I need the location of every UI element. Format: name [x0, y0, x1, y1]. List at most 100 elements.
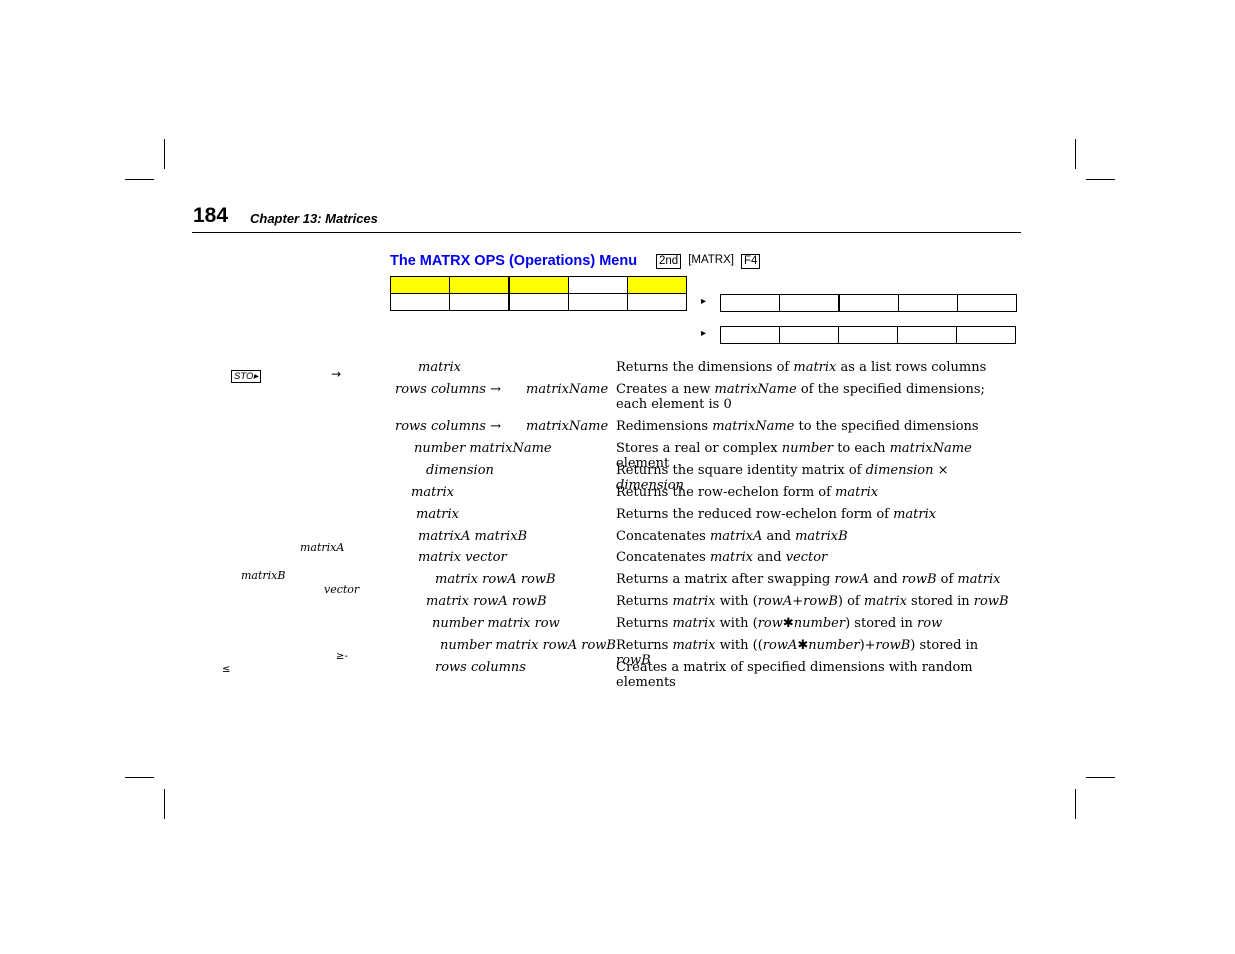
menu-cell[interactable]: [779, 294, 840, 312]
menu-cell[interactable]: [390, 293, 450, 311]
italic-term: row: [757, 616, 783, 631]
function-description: Returns matrix with (rowA+rowB) of matri…: [616, 594, 1009, 609]
italic-term: matrix: [957, 572, 1001, 587]
margin-note-matrixA: matrixA: [300, 541, 345, 554]
function-description: Returns the row-echelon form of matrix: [616, 485, 879, 500]
italic-term: matrix: [709, 550, 753, 565]
function-syntax: dimension: [426, 463, 494, 478]
page-number: 184: [193, 204, 229, 227]
margin-note-matrixB: matrixB: [241, 569, 286, 582]
function-description: Creates a matrix of specified dimensions…: [616, 660, 973, 690]
function-description: Concatenates matrix and vector: [616, 550, 828, 565]
italic-term: rowA: [834, 572, 870, 587]
italic-term: matrix: [863, 594, 907, 609]
menu-cell[interactable]: [838, 326, 898, 344]
function-syntax: matrixA matrixB: [418, 529, 528, 544]
function-syntax: matrix rowA rowB: [435, 572, 556, 587]
crop-mark: [125, 777, 154, 778]
menu-cell[interactable]: [568, 276, 628, 294]
italic-term: matrix: [672, 638, 716, 653]
menu-cell[interactable]: [897, 326, 957, 344]
header-rule: [192, 232, 1021, 233]
menu-cell[interactable]: [508, 293, 569, 311]
menu-cell[interactable]: [779, 326, 839, 344]
function-syntax: matrix vector: [418, 550, 507, 565]
crop-mark: [164, 139, 165, 169]
italic-term: matrix: [672, 616, 716, 631]
menu-cell[interactable]: [390, 276, 450, 294]
sto-key-icon: STO▸: [231, 370, 262, 383]
menu-cell[interactable]: [508, 276, 569, 294]
crop-mark: [1086, 777, 1115, 778]
function-syntax: rows columns →: [395, 419, 502, 434]
store-arrow-icon: →: [331, 367, 342, 381]
menu-bar-tertiary: [720, 326, 1016, 344]
italic-term: number: [808, 638, 860, 653]
function-description: Returns the dimensions of matrix as a li…: [616, 360, 987, 375]
italic-term: rowA: [762, 638, 798, 653]
italic-term: vector: [785, 550, 828, 565]
italic-term: number: [781, 441, 834, 456]
italic-term: rowB: [875, 638, 911, 653]
italic-term: rowB: [803, 594, 838, 609]
menu-cell[interactable]: [898, 294, 958, 312]
function-syntax: matrix: [411, 485, 455, 500]
margin-note-vector: vector: [324, 583, 360, 596]
italic-term: rowA: [757, 594, 793, 609]
crop-mark: [164, 789, 165, 819]
function-syntax-target: matrixName: [526, 419, 609, 434]
menu-cell[interactable]: [627, 276, 687, 294]
italic-term: matrixB: [795, 529, 848, 544]
menu-cell[interactable]: [720, 294, 780, 312]
menu-cell[interactable]: [627, 293, 687, 311]
more-arrow-icon: ▸: [701, 328, 707, 339]
less-equal-symbol: ≤: [222, 664, 231, 675]
chapter-title: Chapter 13: Matrices: [250, 211, 378, 226]
italic-term: rowB: [901, 572, 937, 587]
italic-term: number: [793, 616, 846, 631]
function-description: Returns a matrix after swapping rowA and…: [616, 572, 1001, 587]
italic-term: matrix: [893, 507, 937, 522]
menu-cell[interactable]: [838, 294, 899, 312]
function-syntax: matrix: [418, 360, 462, 375]
menu-cell[interactable]: [449, 293, 510, 311]
crop-mark: [1075, 139, 1076, 169]
function-syntax-target: matrixName: [526, 382, 609, 397]
function-description: Returns the reduced row-echelon form of …: [616, 507, 937, 522]
section-title: The MATRX OPS (Operations) Menu: [390, 253, 638, 269]
menu-cell[interactable]: [568, 293, 628, 311]
menu-cell[interactable]: [449, 276, 510, 294]
function-description: Redimensions matrixName to the specified…: [616, 419, 979, 434]
greater-equal-symbol: ≥‑: [336, 651, 348, 662]
italic-term: row: [917, 616, 943, 631]
function-syntax: rows columns: [435, 660, 526, 675]
menu-bar-secondary: [720, 294, 1017, 312]
function-description: Returns matrix with (row✱number) stored …: [616, 616, 943, 631]
crop-mark: [1086, 179, 1115, 180]
menu-bar-primary: [390, 276, 687, 311]
function-syntax: number matrix row: [432, 616, 560, 631]
italic-term: dimension: [865, 463, 934, 478]
function-syntax: rows columns →: [395, 382, 502, 397]
function-description: Concatenates matrixA and matrixB: [616, 529, 848, 544]
key-f4: F4: [741, 254, 761, 269]
italic-term: matrix: [835, 485, 879, 500]
function-syntax: number matrix rowA rowB: [440, 638, 616, 653]
menu-cell[interactable]: [720, 326, 780, 344]
key-2nd: 2nd: [656, 254, 682, 269]
function-syntax: number matrixName: [414, 441, 552, 456]
more-arrow-icon: ▸: [701, 296, 707, 307]
italic-term: rowB: [973, 594, 1009, 609]
crop-mark: [1075, 789, 1076, 819]
crop-mark: [125, 179, 154, 180]
italic-term: matrixA: [709, 529, 763, 544]
function-syntax: matrix rowA rowB: [426, 594, 547, 609]
italic-term: matrix: [672, 594, 716, 609]
menu-cell[interactable]: [957, 294, 1017, 312]
italic-term: matrixName: [712, 419, 795, 434]
menu-cell[interactable]: [956, 326, 1016, 344]
italic-term: matrixName: [714, 382, 797, 397]
function-syntax: matrix: [416, 507, 460, 522]
italic-term: matrixName: [889, 441, 972, 456]
key-matrx: [MATRX]: [688, 254, 734, 266]
